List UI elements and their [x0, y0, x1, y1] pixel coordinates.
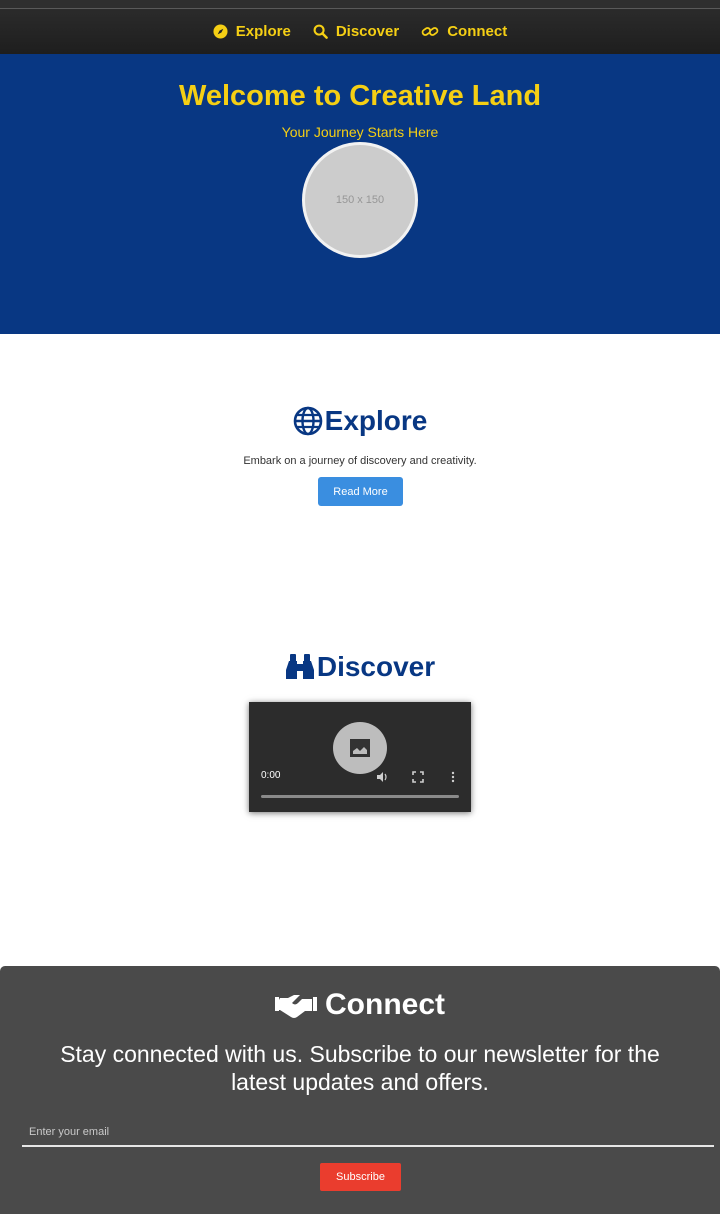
volume-icon[interactable] [376, 771, 388, 783]
discover-heading: Discover [0, 651, 720, 683]
explore-heading: Explore [0, 405, 720, 437]
explore-title: Explore [324, 405, 428, 436]
nav-connect[interactable]: Connect [421, 23, 507, 40]
handshake-icon [275, 995, 317, 1018]
video-time: 0:00 [261, 770, 281, 781]
avatar-placeholder-text: 150 x 150 [335, 194, 385, 206]
connect-title: Connect [325, 988, 445, 1021]
explore-description: Embark on a journey of discovery and cre… [243, 455, 477, 467]
link-icon [421, 27, 439, 36]
globe-icon [293, 406, 322, 436]
avatar: 150 x 150 [302, 142, 418, 258]
hero-section: Welcome to Creative Land Your Journey St… [0, 54, 720, 334]
nav-connect-label: Connect [447, 23, 508, 40]
video-progress-bar[interactable] [261, 795, 459, 798]
binoculars-icon [285, 654, 314, 679]
nav-discover[interactable]: Discover [313, 23, 399, 40]
video-player[interactable]: 0:00 [249, 702, 471, 812]
broken-image-icon [350, 739, 370, 757]
video-error-overlay [333, 722, 387, 774]
search-icon [313, 24, 328, 39]
discover-title: Discover [316, 651, 436, 682]
fullscreen-icon[interactable] [412, 771, 424, 783]
email-input[interactable] [22, 1119, 714, 1147]
subscribe-button[interactable]: Subscribe [320, 1163, 401, 1191]
hero-subtitle: Your Journey Starts Here [281, 124, 439, 140]
compass-icon [213, 24, 228, 39]
connect-heading: Connect [0, 988, 720, 1022]
nav-explore-label: Explore [235, 23, 291, 40]
nav-explore[interactable]: Explore [213, 23, 291, 40]
hero-title: Welcome to Creative Land [178, 80, 542, 112]
top-strip [0, 0, 720, 9]
main-nav: Explore Discover Connect [0, 9, 720, 54]
nav-discover-label: Discover [335, 23, 400, 40]
more-options-icon[interactable] [447, 771, 459, 783]
connect-description: Stay connected with us. Subscribe to our… [60, 1041, 660, 1095]
read-more-button[interactable]: Read More [318, 477, 403, 506]
